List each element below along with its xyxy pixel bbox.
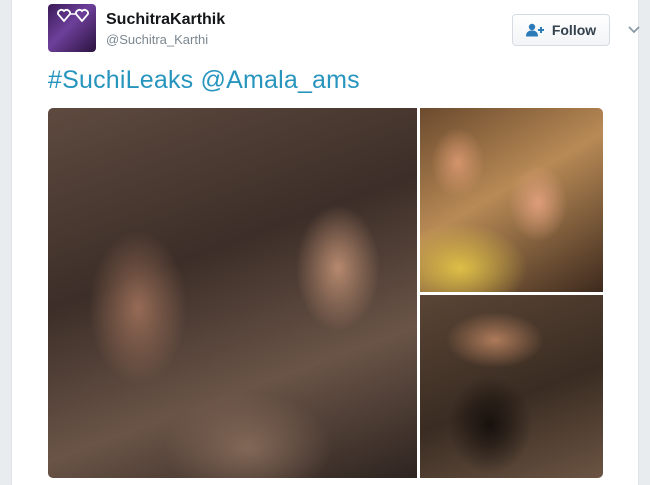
avatar[interactable] (48, 4, 96, 52)
tweet-text[interactable]: #SuchiLeaks @Amala_ams (48, 66, 360, 95)
display-name[interactable]: SuchitraKarthik (106, 11, 225, 29)
follow-label: Follow (551, 22, 597, 38)
tweet-media-grid (48, 108, 603, 478)
heart-glasses-graphic (57, 9, 89, 22)
tweet-photo-2[interactable] (420, 108, 603, 292)
tweet-photo-1[interactable] (48, 108, 417, 478)
add-user-icon (525, 23, 544, 37)
chevron-down-icon[interactable] (626, 21, 642, 37)
tweet-photo-3[interactable] (420, 295, 603, 478)
tweet-card: SuchitraKarthik @Suchitra_Karthi Follow … (11, 0, 640, 485)
tweet-header: SuchitraKarthik @Suchitra_Karthi Follow (48, 4, 640, 54)
user-handle[interactable]: @Suchitra_Karthi (106, 32, 208, 47)
follow-button[interactable]: Follow (512, 14, 610, 46)
